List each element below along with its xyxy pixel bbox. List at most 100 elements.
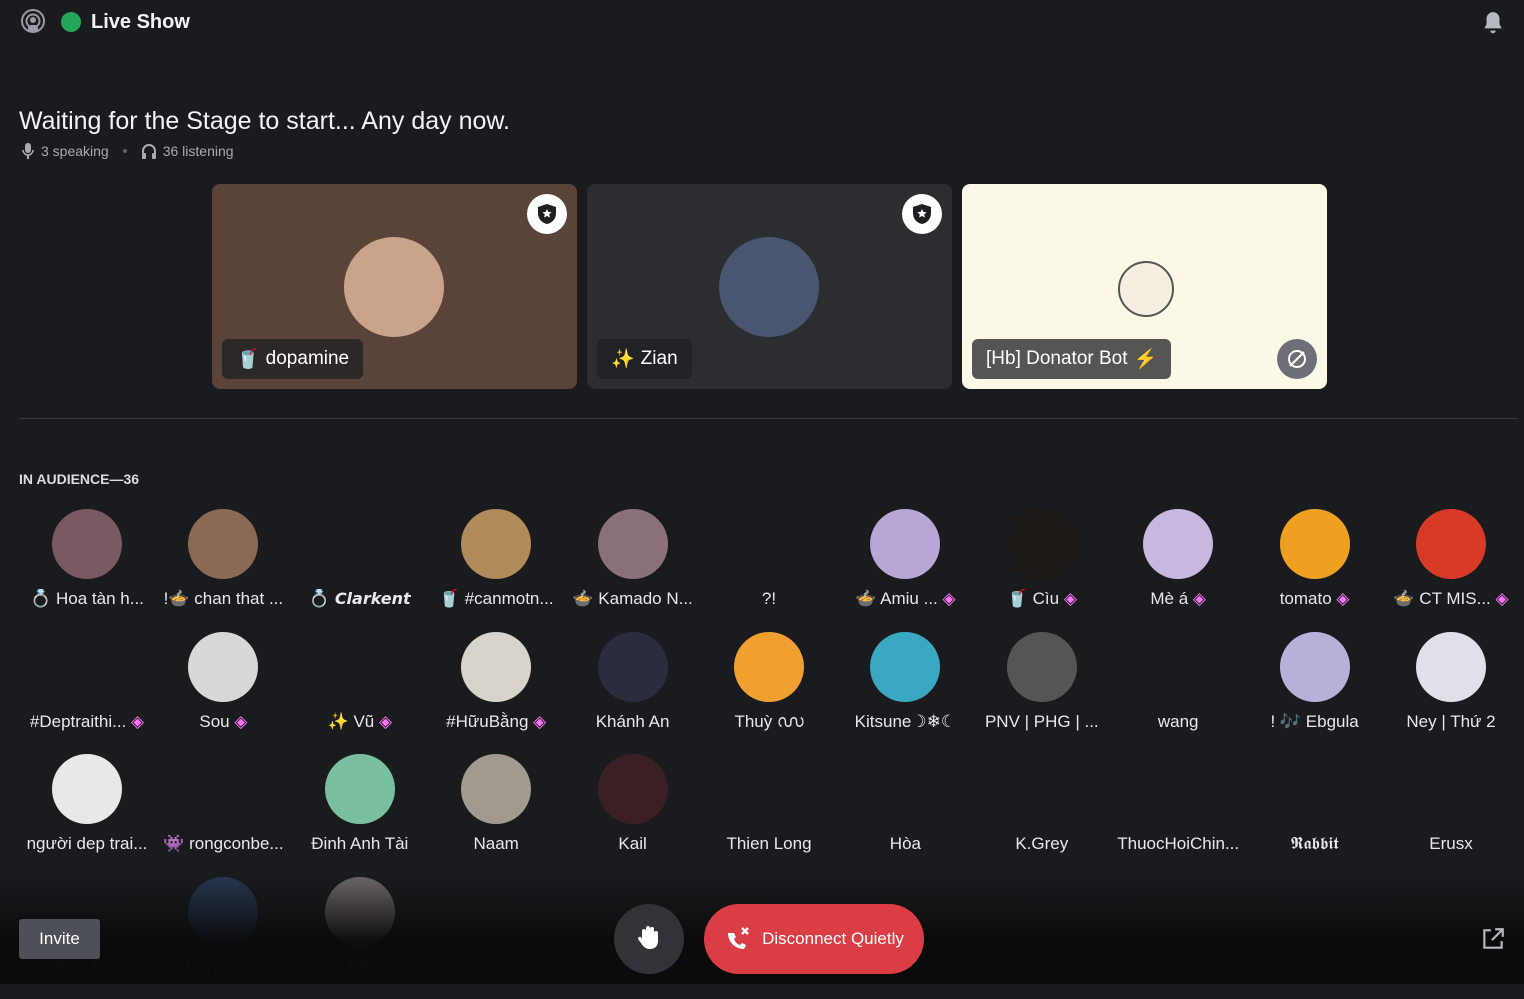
shield-star-icon xyxy=(913,204,931,224)
headphones-icon xyxy=(141,144,156,159)
member-avatar xyxy=(461,754,532,824)
audience-member[interactable]: người dep trai... xyxy=(19,754,155,876)
member-name-row: !🍲 chan that ... xyxy=(149,589,297,609)
bot-badge-icon: ⚡ xyxy=(1133,349,1158,370)
member-avatar xyxy=(188,509,259,579)
muted-indicator xyxy=(1277,339,1317,379)
invite-button[interactable]: Invite xyxy=(19,919,100,959)
audience-member[interactable]: Thuỳ ൜ xyxy=(701,631,837,754)
member-avatar xyxy=(1416,631,1486,702)
speaker-card[interactable]: 🥤 dopamine xyxy=(212,184,577,389)
member-name: Ney | Thứ 2 xyxy=(1406,711,1496,731)
muted-icon xyxy=(1288,350,1306,368)
audience-member[interactable]: ✨ Vũ ◈ xyxy=(292,632,428,754)
member-name-row: #HữuBằng ◈ xyxy=(422,712,570,732)
audience-member[interactable]: tomato ◈ xyxy=(1247,509,1383,631)
member-avatar xyxy=(52,509,122,579)
name-emoji: !🍲 xyxy=(163,589,190,608)
audience-member[interactable]: Naam xyxy=(428,754,564,876)
audience-member[interactable]: ?! xyxy=(701,509,837,631)
member-name-row: 🥤 #canmotn... xyxy=(422,589,570,609)
member-name-row: Anh Thu xyxy=(13,957,161,977)
member-avatar xyxy=(188,631,259,702)
audience-member[interactable]: Đinh Anh Tài xyxy=(292,754,428,876)
audience-member[interactable]: Thien Long xyxy=(701,754,837,876)
audience-member[interactable]: Ney | Thứ 2 xyxy=(1383,631,1519,754)
member-avatar xyxy=(1006,509,1077,579)
audience-member[interactable]: July xyxy=(292,876,428,999)
member-name-row: Khánh An xyxy=(559,712,707,732)
member-name: người dep trai... xyxy=(26,834,148,853)
audience-member[interactable]: 🥤 #canmotn... xyxy=(428,509,564,631)
audience-member[interactable]: Kitsune☽❄☾ xyxy=(837,631,973,754)
stage-channel-icon xyxy=(21,9,45,33)
audience-member[interactable]: 💍 Hoa tàn h... xyxy=(19,509,155,631)
audience-member[interactable]: #HữuBằng ◈ xyxy=(428,631,564,754)
speaker-card[interactable]: [Hb] Donator Bot ⚡ xyxy=(962,184,1327,389)
member-name: #Deptraithi... xyxy=(29,711,127,731)
audience-member[interactable]: Hòa xyxy=(837,754,973,876)
member-name: Thuỳ ൜ xyxy=(734,711,804,731)
member-name-row: Mè á ◈ xyxy=(1104,589,1252,609)
member-name: Đinh Anh Tài xyxy=(311,834,409,853)
audience-member[interactable]: 🥤 Cìu ◈ xyxy=(974,509,1110,631)
server-booster-icon: ◈ xyxy=(942,589,956,608)
speaker-name: Zian xyxy=(640,348,678,369)
audience-member[interactable]: #Deptraithi... ◈ xyxy=(19,632,155,754)
speaker-card[interactable]: ✨ Zian xyxy=(587,184,952,389)
server-booster-icon: ◈ xyxy=(234,711,248,731)
member-name-row: 💍 Clarkent xyxy=(286,589,434,609)
member-name: tomato xyxy=(1279,589,1332,608)
audience-member[interactable]: 🍲 Amiu ... ◈ xyxy=(837,509,973,631)
raise-hand-icon xyxy=(637,926,658,949)
member-name-row: ! 🎶 Ebgula xyxy=(1241,712,1389,732)
member-name: Ebgula xyxy=(1305,711,1359,731)
audience-member[interactable]: wang xyxy=(1110,632,1246,754)
microphone-icon xyxy=(22,143,34,159)
member-avatar xyxy=(461,631,532,702)
listening-count: 36 listening xyxy=(162,143,234,159)
audience-member[interactable]: !🍲 chan that ... xyxy=(155,509,291,631)
audience-member[interactable]: ThuocHoiChin... xyxy=(1110,754,1246,876)
disconnect-quietly-button[interactable]: Disconnect Quietly xyxy=(704,904,924,974)
member-avatar xyxy=(1279,631,1350,702)
audience-member[interactable]: 🍲 Kamado N... xyxy=(565,509,701,631)
member-name-row: K.Grey xyxy=(968,834,1116,854)
member-name-row: Đinh Anh Tài xyxy=(286,834,434,854)
audience-member[interactable]: 🍲 CT MIS... ◈ xyxy=(1383,509,1519,631)
member-name: Clarkent xyxy=(334,589,411,608)
audience-member[interactable]: Erusx xyxy=(1383,754,1519,876)
member-name-row: Thuỳ ൜ xyxy=(695,712,843,732)
member-name: Khánh An xyxy=(595,711,670,731)
audience-member[interactable]: 💍 Clarkent xyxy=(292,509,428,631)
member-avatar xyxy=(324,876,395,947)
member-name: Mè á xyxy=(1150,589,1189,608)
audience-member[interactable]: Khánh An xyxy=(565,631,701,754)
audience-member[interactable]: Sou ◈ xyxy=(155,631,291,754)
disconnect-label: Disconnect Quietly xyxy=(762,929,904,948)
member-name-row: wang xyxy=(1104,712,1252,732)
server-booster-icon: ◈ xyxy=(1063,589,1077,608)
audience-member[interactable]: PNV | PHG | ... xyxy=(974,631,1110,754)
audience-member[interactable]: Mè á ◈ xyxy=(1110,509,1246,631)
member-name-row: 🍲 CT MIS... ◈ xyxy=(1377,589,1524,609)
name-emoji: 💍 xyxy=(30,589,52,608)
audience-member[interactable]: K.Grey xyxy=(974,754,1110,876)
audience-member[interactable]: huyhoang xyxy=(155,876,291,999)
server-booster-icon: ◈ xyxy=(533,711,547,731)
member-avatar xyxy=(870,509,941,579)
audience-member[interactable]: ! 🎶 Ebgula xyxy=(1247,631,1383,754)
raise-hand-button[interactable] xyxy=(614,904,684,974)
audience-member[interactable]: 👾 rongconbe... xyxy=(155,754,291,876)
notification-bell-icon[interactable] xyxy=(1480,10,1506,36)
member-name-row: Hòa xyxy=(831,834,979,854)
channel-header: Live Show xyxy=(19,8,190,36)
member-name: Kitsune☽❄☾ xyxy=(854,711,957,731)
member-name: ?! xyxy=(761,589,777,608)
popout-icon[interactable] xyxy=(1480,926,1506,952)
member-name-row: 💍 Hoa tàn h... xyxy=(13,589,161,609)
member-name: Thien Long xyxy=(726,834,812,853)
audience-member[interactable]: 𝕽𝖆𝖇𝖇𝖎𝖙 xyxy=(1247,754,1383,876)
speaker-name-tag: ✨ Zian xyxy=(597,339,692,379)
audience-member[interactable]: Kail xyxy=(565,754,701,876)
